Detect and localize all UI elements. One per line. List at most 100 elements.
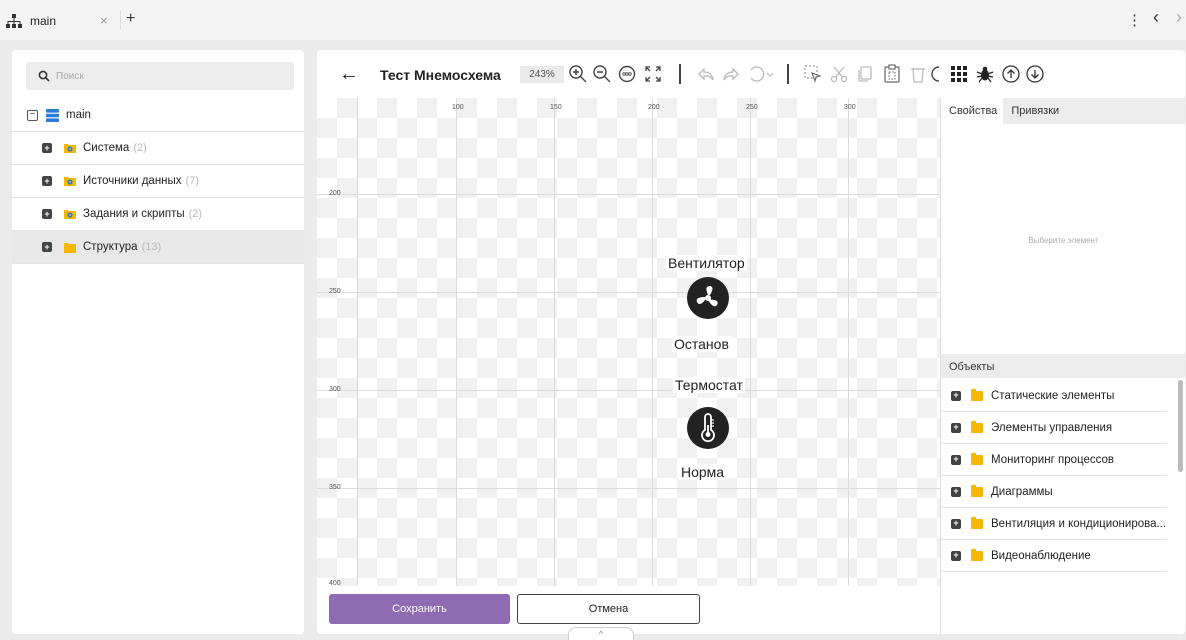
ruler-x-label: 300	[844, 104, 856, 111]
nav-left-icon[interactable]: ‹	[1153, 7, 1159, 28]
tab-label: main	[30, 14, 57, 28]
expand-icon[interactable]: +	[951, 390, 961, 401]
upload-icon[interactable]	[1001, 64, 1021, 84]
tab-properties[interactable]: Свойства	[941, 98, 1004, 124]
bug-icon[interactable]	[975, 64, 995, 84]
tree-item-label: Система	[83, 142, 130, 154]
zoom-reset-icon[interactable]	[617, 64, 637, 84]
expand-icon[interactable]: +	[951, 422, 961, 433]
objects-item-controls[interactable]: + Элементы управления	[941, 412, 1167, 444]
cut-icon[interactable]	[829, 64, 849, 84]
tab-bindings[interactable]: Привязки	[1003, 98, 1065, 124]
objects-item-diagrams[interactable]: + Диаграммы	[941, 476, 1167, 508]
undo-icon[interactable]	[696, 64, 716, 84]
expand-icon[interactable]: +	[42, 242, 52, 252]
folder-icon	[971, 484, 983, 497]
grid-line	[317, 292, 940, 293]
tree-root-main[interactable]: − main	[12, 99, 304, 132]
expand-icon[interactable]: +	[951, 550, 961, 561]
gear-folder-icon	[64, 144, 76, 153]
tree-item-count: (13)	[141, 241, 162, 253]
cancel-button[interactable]: Отмена	[517, 594, 700, 624]
diagram-canvas[interactable]: 100 150 200 250 300 200 250 300 350 400 …	[317, 98, 940, 586]
objects-item-monitoring[interactable]: + Мониторинг процессов	[941, 444, 1167, 476]
ruler-x-label: 100	[452, 104, 464, 111]
objects-item-video[interactable]: + Видеонаблюдение	[941, 540, 1167, 572]
expand-icon[interactable]: +	[951, 454, 961, 465]
expand-icon[interactable]: +	[42, 143, 52, 153]
objects-item-label: Мониторинг процессов	[991, 453, 1114, 466]
ruler-x-label: 250	[746, 104, 758, 111]
properties-panel: Свойства Привязки Выберите элемент Объек…	[940, 98, 1185, 634]
download-icon[interactable]	[1025, 64, 1045, 84]
zoom-out-icon[interactable]	[592, 64, 612, 84]
tree-item-system[interactable]: + Система (2)	[12, 132, 304, 165]
redo-icon[interactable]	[721, 64, 741, 84]
folder-icon	[971, 420, 983, 433]
theme-toggle-icon[interactable]	[929, 64, 943, 84]
folder-icon	[971, 452, 983, 465]
ruler-y-label: 200	[329, 190, 341, 197]
document-title: Тест Мнемосхема	[380, 67, 501, 83]
folder-icon	[971, 516, 983, 529]
objects-item-ventilation[interactable]: + Вентиляция и кондиционирова...	[941, 508, 1167, 540]
grid-line	[750, 98, 751, 586]
tab-divider	[120, 10, 121, 30]
fit-screen-icon[interactable]	[643, 64, 663, 84]
close-icon[interactable]: ×	[100, 13, 108, 28]
grid-icon[interactable]	[949, 64, 969, 84]
tree-root-label: main	[66, 109, 91, 121]
expand-icon[interactable]: +	[42, 209, 52, 219]
thermometer-icon[interactable]	[687, 407, 729, 449]
fan-title[interactable]: Вентилятор	[666, 255, 747, 271]
expand-icon[interactable]: +	[951, 518, 961, 529]
tab-bar: main × + ⋮ ‹ ›	[0, 0, 1186, 40]
objects-item-label: Видеонаблюдение	[991, 549, 1091, 562]
tree-item-structure[interactable]: + Структура (13)	[12, 231, 304, 264]
search-box[interactable]	[26, 62, 294, 90]
more-menu-icon[interactable]: ⋮	[1127, 11, 1142, 29]
new-tab-button[interactable]: +	[126, 10, 135, 28]
delete-icon[interactable]	[908, 64, 928, 84]
grid-line	[554, 98, 555, 586]
tree-item-tasks-scripts[interactable]: + Задания и скрипты (2)	[12, 198, 304, 231]
folder-icon	[971, 548, 983, 561]
tree-item-label: Источники данных	[83, 175, 182, 187]
tree-item-data-sources[interactable]: + Источники данных (7)	[12, 165, 304, 198]
search-input[interactable]	[56, 70, 256, 82]
paste-icon[interactable]	[882, 64, 902, 84]
expand-icon[interactable]: +	[42, 176, 52, 186]
fan-status[interactable]: Останов	[672, 336, 731, 352]
toolbar-divider	[787, 64, 789, 84]
thermostat-title[interactable]: Термостат	[673, 377, 745, 393]
sidebar: − main + Система (2) + Источники данных …	[12, 50, 304, 634]
copy-icon[interactable]	[855, 64, 875, 84]
history-icon[interactable]	[747, 64, 775, 84]
ruler-x-label: 150	[550, 104, 562, 111]
grid-line	[317, 390, 940, 391]
hierarchy-icon	[6, 14, 22, 28]
zoom-in-icon[interactable]	[568, 64, 588, 84]
grid-line	[848, 98, 849, 586]
folder-icon	[971, 388, 983, 401]
grid-line	[317, 194, 940, 195]
select-area-icon[interactable]	[803, 64, 823, 84]
back-arrow-icon[interactable]: ←	[339, 63, 359, 86]
editor-panel: ← Тест Мнемосхема 243% 100 150 200 250 3…	[317, 50, 1185, 634]
tree-item-count: (7)	[185, 175, 199, 187]
thermostat-status[interactable]: Норма	[679, 464, 727, 480]
nav-right-icon[interactable]: ›	[1176, 7, 1182, 28]
ruler-y-label: 250	[329, 288, 341, 295]
grid-line	[357, 98, 358, 586]
tree-item-label: Задания и скрипты	[83, 208, 185, 220]
collapse-panel-tab[interactable]: ^	[568, 627, 634, 640]
tab-main[interactable]: main ×	[6, 10, 124, 32]
objects-item-static[interactable]: + Статические элементы	[941, 380, 1167, 412]
tree-item-label: Структура	[83, 241, 138, 253]
objects-item-label: Вентиляция и кондиционирова...	[991, 517, 1167, 530]
collapse-icon[interactable]: −	[27, 109, 38, 121]
fan-icon[interactable]	[687, 277, 729, 319]
objects-scrollbar[interactable]	[1178, 380, 1183, 472]
save-button[interactable]: Сохранить	[329, 594, 510, 624]
expand-icon[interactable]: +	[951, 486, 961, 497]
